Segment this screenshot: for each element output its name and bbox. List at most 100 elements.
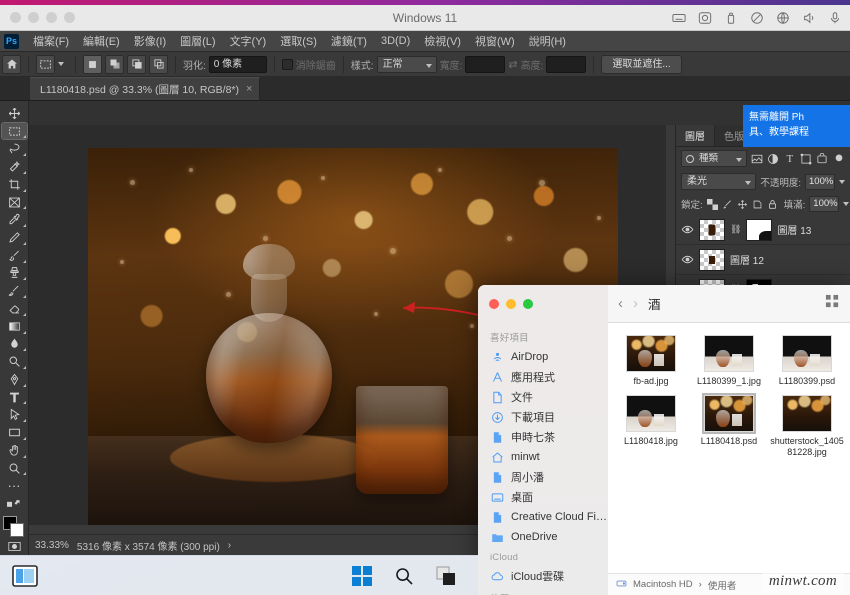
frame-tool[interactable] — [2, 194, 27, 211]
lock-transparent-icon[interactable] — [707, 198, 718, 211]
dodge-tool[interactable] — [2, 353, 27, 370]
height-input[interactable] — [546, 56, 586, 73]
vm-maximize-button[interactable] — [46, 12, 57, 23]
width-input[interactable] — [465, 56, 505, 73]
foreground-background-color-swatches[interactable] — [2, 516, 26, 534]
search-icon[interactable] — [394, 566, 414, 586]
document-tab[interactable]: L1180418.psd @ 33.3% (圖層 10, RGB/8*) × — [30, 77, 260, 100]
no-entry-icon[interactable] — [750, 11, 764, 25]
gradient-tool[interactable] — [2, 318, 27, 335]
lasso-tool[interactable] — [2, 140, 27, 157]
sidebar-item-documents[interactable]: 文件 — [478, 387, 608, 407]
tab-layers[interactable]: 圖層 — [676, 125, 715, 146]
pixel-filter-icon[interactable] — [751, 151, 763, 166]
feather-input[interactable]: 0 像素 — [209, 56, 267, 73]
back-button[interactable]: ‹ — [618, 295, 623, 312]
forward-button[interactable]: › — [633, 295, 638, 312]
discover-tooltip-banner[interactable]: 無需離開 Ph 具、教學課程 — [743, 105, 850, 147]
rectangular-marquee-tool[interactable] — [2, 123, 27, 140]
layer-row[interactable]: 圖層 12 — [676, 245, 850, 275]
file-item[interactable]: L1180418.jpg — [612, 395, 690, 458]
eyedropper-tool[interactable] — [2, 211, 27, 228]
menu-help[interactable]: 說明(H) — [522, 31, 573, 51]
zoom-tool[interactable] — [2, 460, 27, 477]
finder-maximize-button[interactable] — [523, 299, 533, 309]
blend-mode-select[interactable]: 柔光 — [681, 173, 756, 190]
selection-intersect-button[interactable] — [149, 55, 168, 74]
start-icon[interactable] — [352, 566, 372, 586]
opacity-chevron-down-icon[interactable] — [839, 180, 845, 184]
sidebar-item-applications[interactable]: 應用程式 — [478, 367, 608, 387]
selection-add-button[interactable] — [105, 55, 124, 74]
sidebar-item-zhouxiaopan[interactable]: 周小潘 — [478, 467, 608, 487]
menu-edit[interactable]: 編輯(E) — [76, 31, 127, 51]
menu-window[interactable]: 視窗(W) — [468, 31, 522, 51]
layer-visibility-icon[interactable] — [680, 253, 694, 266]
eraser-tool[interactable] — [2, 300, 27, 317]
home-icon[interactable] — [2, 55, 21, 74]
layer-filter-select[interactable]: 種類 — [681, 150, 747, 167]
sidebar-item-onedrive[interactable]: OneDrive — [478, 527, 608, 547]
healing-brush-tool[interactable] — [2, 229, 27, 246]
type-tool[interactable] — [2, 389, 27, 406]
shape-filter-icon[interactable] — [800, 151, 812, 166]
finder-close-button[interactable] — [489, 299, 499, 309]
file-item[interactable]: L1180399_1.jpg — [690, 335, 768, 387]
menu-select[interactable]: 選取(S) — [273, 31, 324, 51]
finder-sidebar[interactable]: 喜好項目 AirDrop 應用程式 文件 — [478, 323, 608, 595]
hand-tool[interactable] — [2, 442, 27, 459]
path-volume[interactable]: Macintosh HD — [633, 579, 693, 590]
type-filter-icon[interactable]: T — [784, 151, 796, 166]
style-select[interactable]: 正常 — [377, 56, 437, 73]
menu-image[interactable]: 影像(I) — [127, 31, 173, 51]
menu-view[interactable]: 檢視(V) — [417, 31, 468, 51]
adjustment-filter-icon[interactable] — [767, 151, 779, 166]
select-and-mask-button[interactable]: 選取並遮住... — [601, 55, 681, 74]
more-tools[interactable]: ··· — [2, 477, 27, 494]
vm-close-button[interactable] — [10, 12, 21, 23]
crop-tool[interactable] — [2, 176, 27, 193]
file-item[interactable]: shutterstock_140581228.jpg — [768, 395, 846, 458]
grid-view-icon[interactable] — [825, 294, 840, 314]
sidebar-item-downloads[interactable]: 下載項目 — [478, 407, 608, 427]
status-chevron-icon[interactable]: › — [228, 540, 231, 551]
sidebar-item-airdrop[interactable]: AirDrop — [478, 347, 608, 367]
layer-row[interactable]: ⛓ 圖層 13 — [676, 215, 850, 245]
opacity-input[interactable]: 100% — [805, 174, 835, 190]
sidebar-item-icloud-drive[interactable]: iCloud雲碟 — [478, 566, 608, 586]
selection-subtract-button[interactable] — [127, 55, 146, 74]
history-brush-tool[interactable] — [2, 282, 27, 299]
finder-minimize-button[interactable] — [506, 299, 516, 309]
finder-window[interactable]: ‹ › 酒 喜好項目 AirDrop 應用程式 — [478, 285, 850, 595]
lock-position-icon[interactable] — [737, 198, 748, 211]
smart-object-filter-icon[interactable] — [816, 151, 828, 166]
background-color-swatch[interactable] — [10, 523, 24, 537]
menu-type[interactable]: 文字(Y) — [223, 31, 274, 51]
toggle-filter-icon[interactable] — [833, 151, 845, 166]
selection-new-button[interactable] — [83, 55, 102, 74]
layer-name[interactable]: 圖層 12 — [730, 252, 764, 267]
finder-file-area[interactable]: fb-ad.jpg L1180399_1.jpg L1180399.psd L1… — [608, 323, 850, 595]
keyboard-icon[interactable] — [672, 11, 686, 25]
speaker-icon[interactable] — [802, 11, 816, 25]
lock-nesting-icon[interactable] — [752, 198, 763, 211]
rectangular-marquee-icon[interactable] — [36, 55, 55, 74]
edit-toolbar-icon[interactable] — [2, 495, 27, 512]
layer-visibility-icon[interactable] — [680, 223, 694, 236]
vm-extra-button[interactable] — [64, 12, 75, 23]
lock-all-icon[interactable] — [767, 198, 778, 211]
brush-tool[interactable] — [2, 247, 27, 264]
globe-icon[interactable] — [776, 11, 790, 25]
layer-thumbnail[interactable] — [699, 219, 725, 241]
path-selection-tool[interactable] — [2, 406, 27, 423]
menu-layer[interactable]: 圖層(L) — [173, 31, 222, 51]
menu-3d[interactable]: 3D(D) — [374, 33, 417, 49]
sidebar-item-desktop[interactable]: 桌面 — [478, 487, 608, 507]
lock-image-icon[interactable] — [722, 198, 733, 211]
sidebar-item-shenshiqicha[interactable]: 申時七茶 — [478, 427, 608, 447]
swap-arrows-icon[interactable]: ⇄ — [508, 58, 517, 71]
sidebar-item-creative-cloud-files[interactable]: Creative Cloud Files — [478, 507, 608, 527]
antialias-checkbox[interactable] — [282, 59, 293, 70]
menu-file[interactable]: 檔案(F) — [26, 31, 76, 51]
file-item[interactable]: L1180418.psd — [690, 395, 768, 458]
